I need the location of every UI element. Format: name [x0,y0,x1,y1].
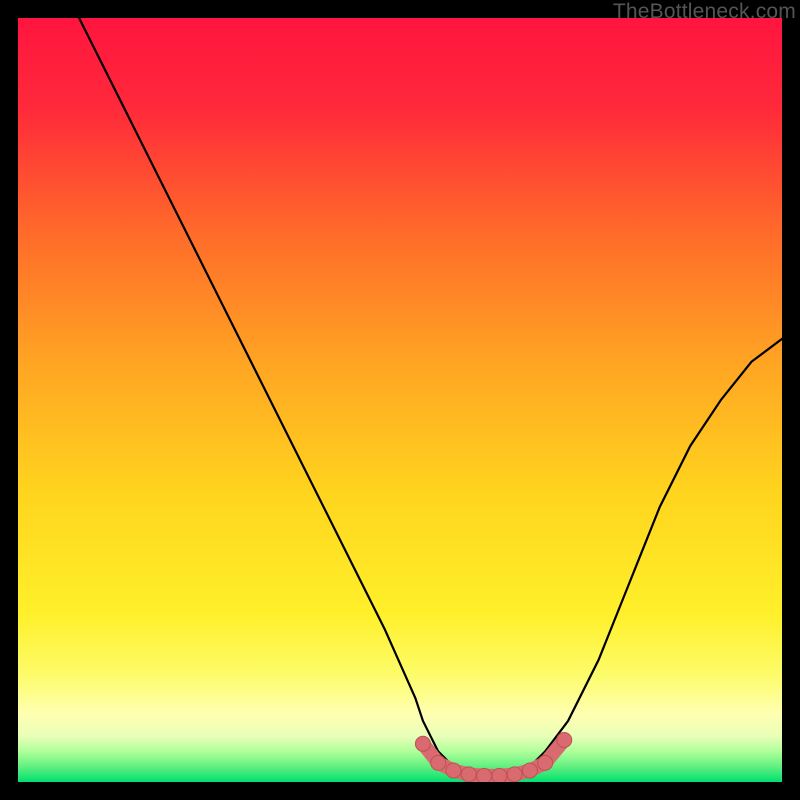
optimal-marker [431,755,446,770]
optimal-marker [415,736,430,751]
chart-frame [18,18,782,782]
optimal-marker [507,767,522,782]
optimal-marker [461,767,476,782]
optimal-marker [538,755,553,770]
optimal-marker [557,732,572,747]
gradient-background [18,18,782,782]
optimal-marker [446,763,461,778]
watermark-text: TheBottleneck.com [613,0,796,24]
optimal-marker [492,768,507,782]
optimal-marker [477,768,492,782]
optimal-marker [522,763,537,778]
chart-svg [18,18,782,782]
